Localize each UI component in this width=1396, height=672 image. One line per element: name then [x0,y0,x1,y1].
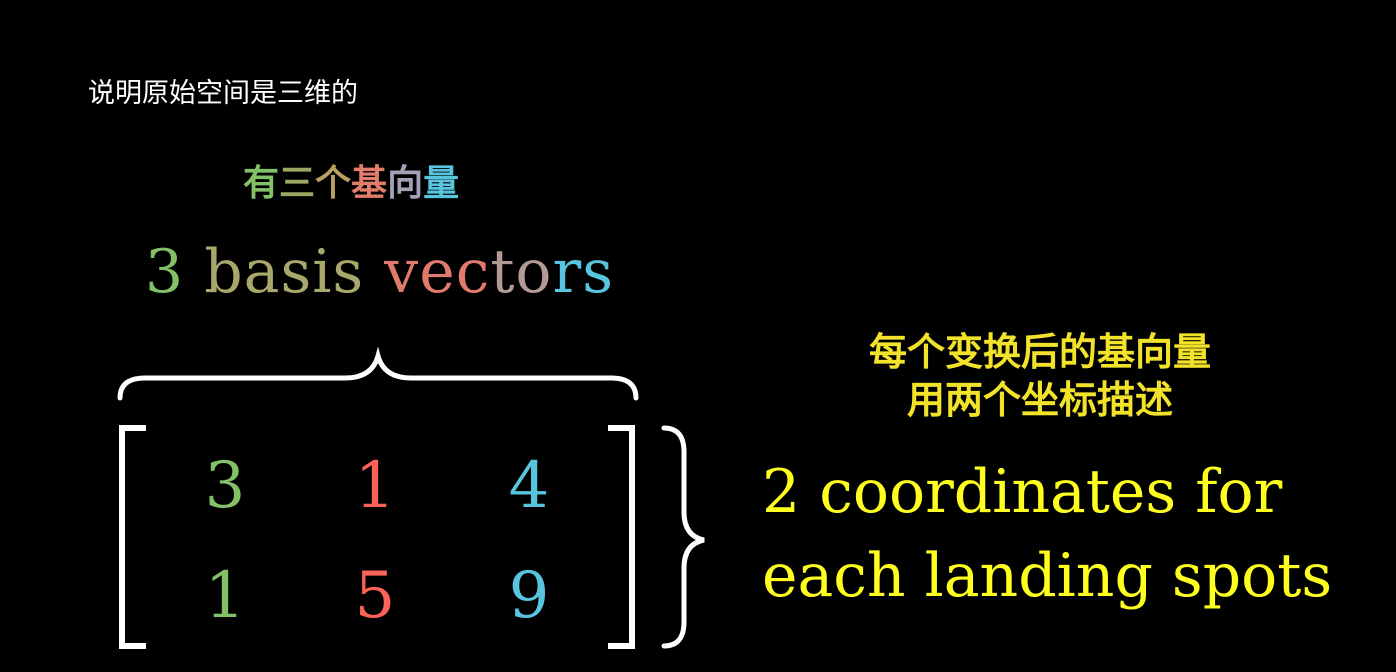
matrix-entry: 1 [204,559,246,633]
matrix-entry: 1 [354,449,396,523]
right-curly-brace [661,425,705,649]
matrix-entry: 4 [508,449,550,523]
right-english-description: 2 coordinates for each landing spots [762,450,1332,618]
left-square-bracket [119,425,146,649]
matrix-entry: 5 [354,559,396,633]
right-en-line: each landing spots [762,541,1333,611]
right-cn-line: 每个变换后的基向量 [868,330,1211,374]
right-cn-line: 用两个坐标描述 [906,378,1173,422]
right-chinese-description: 每个变换后的基向量 用两个坐标描述 [795,328,1285,424]
right-en-line: 2 coordinates for [762,457,1283,527]
matrix-entry: 3 [204,449,246,523]
right-square-bracket [608,425,635,649]
top-curly-brace [117,346,639,401]
matrix-entry: 9 [508,559,550,633]
